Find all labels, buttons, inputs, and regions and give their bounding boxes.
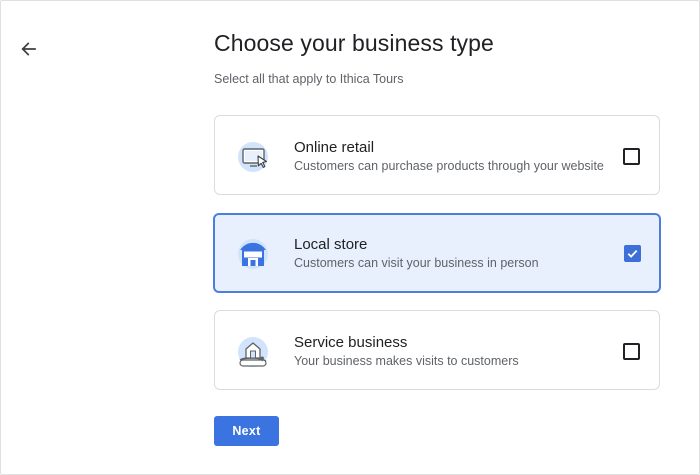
- monitor-cursor-icon: [238, 142, 268, 172]
- back-button[interactable]: [14, 35, 42, 63]
- page-subtitle: Select all that apply to Ithica Tours: [214, 72, 404, 86]
- local-store-checkbox[interactable]: [624, 245, 641, 262]
- arrow-left-icon: [21, 42, 36, 56]
- online-retail-checkbox[interactable]: [623, 148, 640, 165]
- option-online-retail[interactable]: Online retail Customers can purchase pro…: [214, 115, 660, 195]
- storefront-icon: [238, 239, 268, 269]
- option-title: Online retail: [294, 139, 375, 156]
- option-description: Customers can visit your business in per…: [294, 256, 539, 270]
- option-service-business[interactable]: Service business Your business makes vis…: [214, 310, 660, 390]
- page-title: Choose your business type: [214, 30, 494, 56]
- option-description: Your business makes visits to customers: [294, 354, 519, 368]
- service-business-checkbox[interactable]: [623, 343, 640, 360]
- option-description: Customers can purchase products through …: [294, 159, 604, 173]
- house-pin-icon: [238, 337, 268, 367]
- checkmark-icon: [627, 249, 638, 258]
- option-local-store[interactable]: Local store Customers can visit your bus…: [213, 213, 661, 293]
- option-title: Service business: [294, 334, 408, 351]
- next-button[interactable]: Next: [214, 416, 279, 446]
- option-title: Local store: [294, 236, 368, 253]
